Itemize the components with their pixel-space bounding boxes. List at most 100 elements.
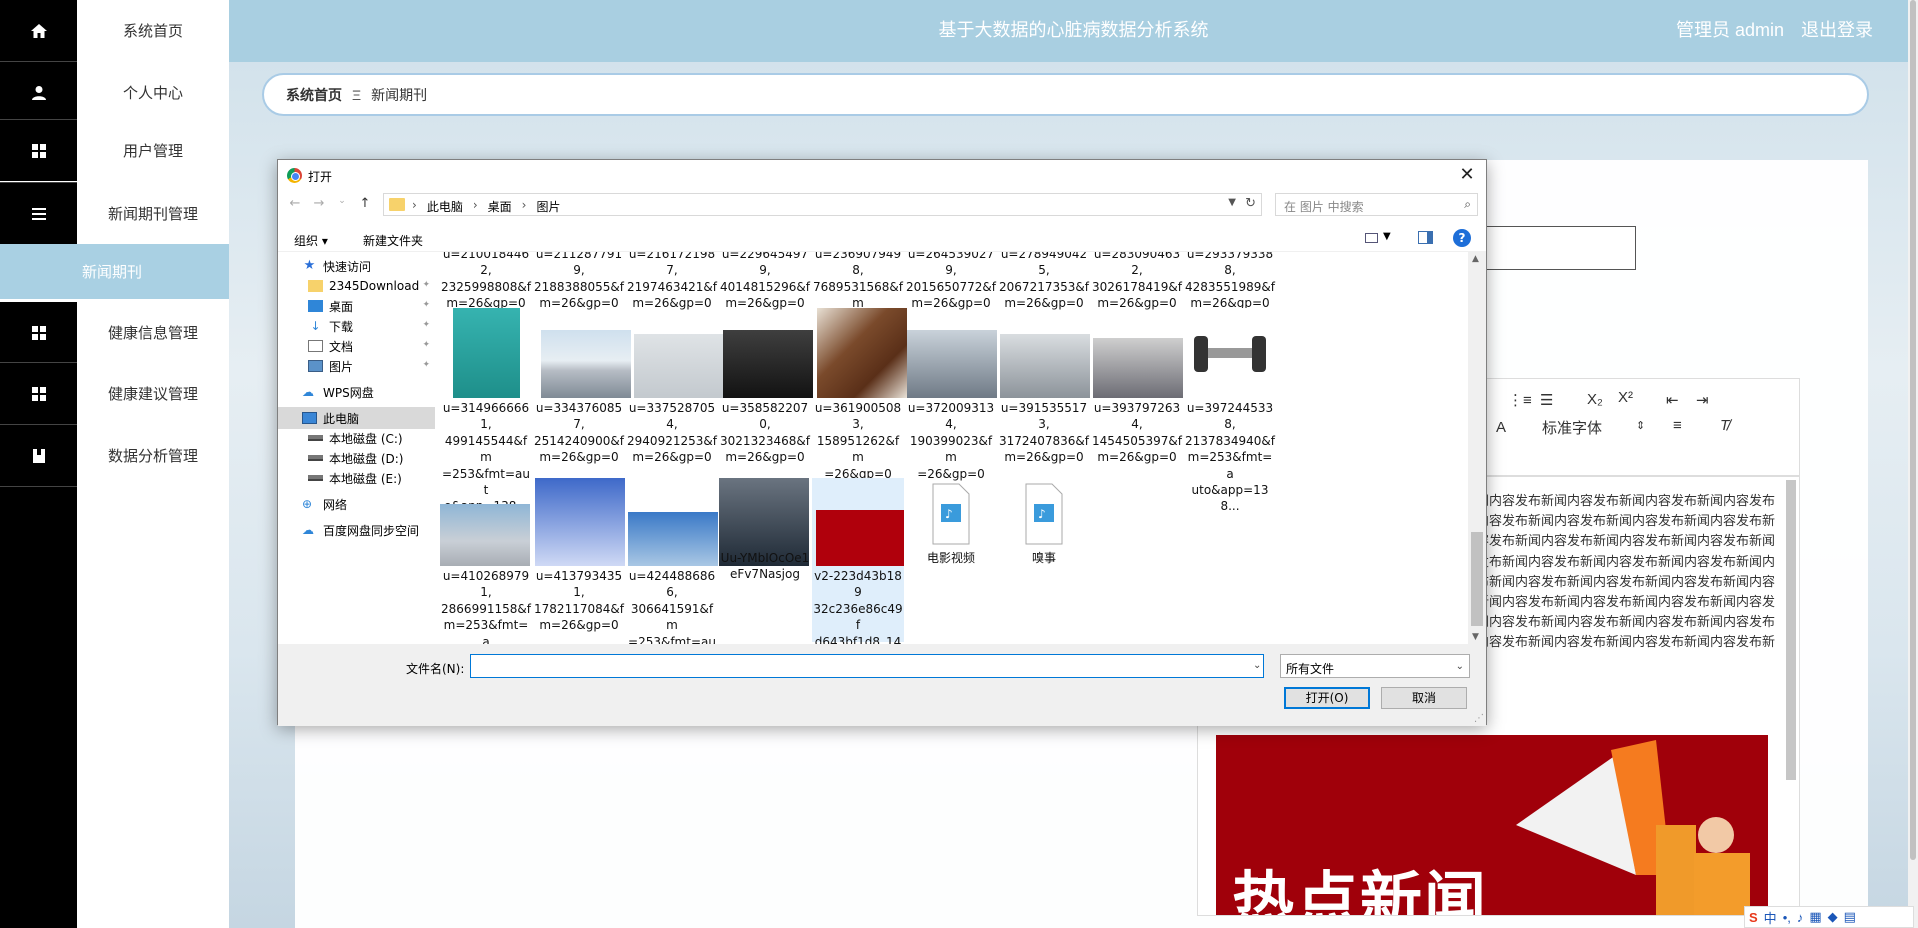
ime-language[interactable]: 中 — [1764, 908, 1777, 927]
nav-2345download[interactable]: 2345Download ✦ — [278, 275, 435, 297]
punctuation-icon[interactable]: •, — [1783, 910, 1791, 925]
path-arrow-icon: › — [472, 198, 478, 212]
file-list-scrollbar[interactable]: ▲ ▼ — [1468, 252, 1486, 644]
cancel-button[interactable]: 取消 — [1381, 687, 1467, 709]
document-icon — [0, 425, 77, 486]
sidebar-item-health-advice[interactable]: 健康建议管理 — [0, 363, 229, 424]
nav-documents[interactable]: 文档 ✦ — [278, 335, 435, 357]
skin-icon[interactable]: ◆ — [1828, 909, 1838, 925]
file-name: 嗅事 — [1031, 551, 1056, 565]
nav-wps-cloud[interactable]: ☁ WPS网盘 — [278, 381, 435, 403]
breadcrumb-home[interactable]: 系统首页 — [286, 85, 342, 105]
sidebar-item-health-info[interactable]: 健康信息管理 — [0, 302, 229, 363]
filename-label: 文件名(N): — [406, 662, 465, 676]
file-item[interactable]: u=3915355173, 3172407836&f m=26&gp=0 — [998, 308, 1090, 464]
download-icon: ↓ — [310, 319, 321, 333]
microphone-icon[interactable]: ♪ — [1797, 910, 1804, 925]
file-name: u=2296454979, 4014815296&f m=26&gp=0 — [720, 252, 810, 311]
back-icon[interactable]: ← — [286, 196, 304, 214]
sidebar-subitem-news[interactable]: 新闻期刊 — [0, 244, 229, 299]
nav-downloads[interactable]: ↓ 下载 ✦ — [278, 315, 435, 337]
sidebar-item-profile[interactable]: 个人中心 — [0, 62, 229, 123]
unordered-list-icon[interactable]: ☰ — [1540, 391, 1553, 409]
indent-icon[interactable]: ⇥ — [1696, 391, 1709, 409]
file-item[interactable]: u=3619005083, 158951262&fm =26&gp=0 — [812, 308, 907, 481]
file-item[interactable]: u=4137934351, 1782117084&f m=26&gp=0 — [533, 478, 625, 632]
nav-quick-access[interactable]: ★ 快速访问 — [278, 255, 435, 277]
nav-label: 2345Download — [329, 279, 420, 293]
sidebar-item-news-management[interactable]: 新闻期刊管理 — [0, 183, 229, 244]
nav-drive-e[interactable]: 本地磁盘 (E:) — [278, 467, 435, 489]
file-item[interactable]: u=3343760857, 2514240900&f m=26&gp=0 — [533, 308, 631, 464]
keyboard-icon[interactable]: ▦ — [1809, 909, 1821, 925]
chevron-down-icon[interactable]: ▼ — [1228, 197, 1236, 208]
nav-this-pc[interactable]: 此电脑 — [278, 407, 435, 429]
scroll-up-icon[interactable]: ▲ — [1472, 254, 1479, 264]
preview-pane-icon[interactable] — [1418, 231, 1433, 244]
organize-button[interactable]: 组织 ▾ — [294, 232, 328, 249]
file-item[interactable]: ♪ 嗅事 — [998, 478, 1090, 628]
file-item[interactable]: u=3720093134, 190399023&fm =26&gp=0 — [905, 308, 997, 481]
recent-chevron-icon[interactable]: ⌄ — [333, 196, 351, 214]
path-segment[interactable]: 此电脑 — [427, 198, 463, 215]
sidebar-item-data-analysis[interactable]: 数据分析管理 — [0, 425, 229, 486]
resize-grip-icon[interactable]: ⋰ — [1474, 713, 1484, 724]
chevron-down-icon[interactable]: ⌄ — [1253, 660, 1261, 671]
clear-format-icon[interactable]: T̸ — [1720, 417, 1729, 434]
subscript-icon[interactable]: X₂ — [1587, 391, 1603, 408]
sidebar-item-label: 新闻期刊 — [82, 264, 143, 281]
title-input[interactable] — [1480, 226, 1636, 270]
view-options-button[interactable]: ▼ — [1365, 231, 1397, 247]
path-segment[interactable]: 图片 — [536, 198, 560, 215]
superscript-icon[interactable]: X² — [1618, 389, 1633, 406]
nav-network[interactable]: ⊕ 网络 — [278, 493, 435, 515]
up-icon[interactable]: ↑ — [356, 196, 374, 214]
outdent-icon[interactable]: ⇤ — [1666, 391, 1679, 409]
sidebar-item-home[interactable]: 系统首页 — [0, 0, 229, 61]
file-item[interactable]: u=3149666661, 499145544&fm =253&fmt=aut … — [440, 308, 532, 513]
logout-link[interactable]: 退出登录 — [1801, 20, 1873, 40]
sogou-ime-icon[interactable]: S — [1749, 910, 1758, 925]
open-button[interactable]: 打开(O) — [1284, 687, 1370, 709]
nav-desktop[interactable]: 桌面 ✦ — [278, 295, 435, 317]
ordered-list-icon[interactable]: ⋮≡ — [1508, 391, 1532, 409]
nav-baidu-sync[interactable]: ☁ 百度网盘同步空间 — [278, 519, 435, 541]
path-segments: › 此电脑 › 桌面 › 图片 — [412, 198, 560, 215]
filename-input[interactable] — [470, 654, 1264, 678]
scrollbar-thumb[interactable] — [1471, 532, 1483, 626]
page-scrollbar-thumb[interactable] — [1910, 0, 1916, 860]
nav-label: 桌面 — [329, 299, 354, 314]
nav-drive-d[interactable]: 本地磁盘 (D:) — [278, 447, 435, 469]
address-path[interactable]: › 此电脑 › 桌面 › 图片 ▼ ↻ — [383, 193, 1262, 216]
refresh-icon[interactable]: ↻ — [1245, 196, 1256, 211]
chevron-updown-icon[interactable]: ⇕ — [1636, 419, 1645, 432]
file-item[interactable]: u=4244886866, 306641591&fm =253&fmt=aut … — [626, 478, 718, 644]
new-folder-button[interactable]: 新建文件夹 — [363, 232, 423, 249]
forward-icon[interactable]: → — [310, 196, 328, 214]
nav-pictures[interactable]: 图片 ✦ — [278, 355, 435, 377]
sidebar-item-label: 新闻期刊管理 — [107, 206, 198, 223]
file-item-selected[interactable]: v2-223d43b189 32c236e86c49f d643bf1d8_14… — [812, 478, 904, 644]
file-item[interactable]: ♪ 电影视频 — [905, 478, 997, 628]
scroll-down-icon[interactable]: ▼ — [1472, 632, 1479, 642]
align-icon[interactable]: ≡ — [1673, 417, 1682, 434]
editor-scrollbar[interactable] — [1786, 480, 1796, 780]
font-family-select[interactable]: 标准字体 — [1542, 417, 1602, 438]
filetype-select[interactable]: 所有文件 ⌄ — [1280, 654, 1470, 678]
dialog-titlebar[interactable]: 打开 ✕ — [278, 160, 1486, 190]
file-item[interactable]: u=4102689791, 2866991158&f m=253&fmt=a u… — [440, 478, 532, 644]
toolbox-icon[interactable]: ▤ — [1844, 909, 1856, 925]
path-segment[interactable]: 桌面 — [488, 198, 512, 215]
nav-label: 快速访问 — [323, 259, 372, 274]
file-item[interactable]: u=3375287054, 2940921253&f m=26&gp=0 — [626, 308, 724, 464]
file-item[interactable]: u=3585822070, 3021323468&f m=26&gp=0 — [719, 308, 813, 464]
help-icon[interactable]: ? — [1453, 229, 1471, 247]
nav-drive-c[interactable]: 本地磁盘 (C:) — [278, 427, 435, 449]
text-background-icon[interactable]: A — [1496, 419, 1506, 436]
search-input[interactable]: 在 图片 中搜索 ⌕ — [1275, 193, 1478, 216]
file-item[interactable]: Uu-YMbIOcOe1 eFv7Nasjog — [719, 478, 811, 628]
close-icon[interactable]: ✕ — [1454, 163, 1480, 187]
file-item[interactable]: u=3972445338, 2137834940&f m=253&fmt=a u… — [1184, 308, 1276, 513]
sidebar-item-users[interactable]: 用户管理 — [0, 120, 229, 181]
file-item[interactable]: u=3937972634, 1454505397&f m=26&gp=0 — [1091, 308, 1183, 464]
